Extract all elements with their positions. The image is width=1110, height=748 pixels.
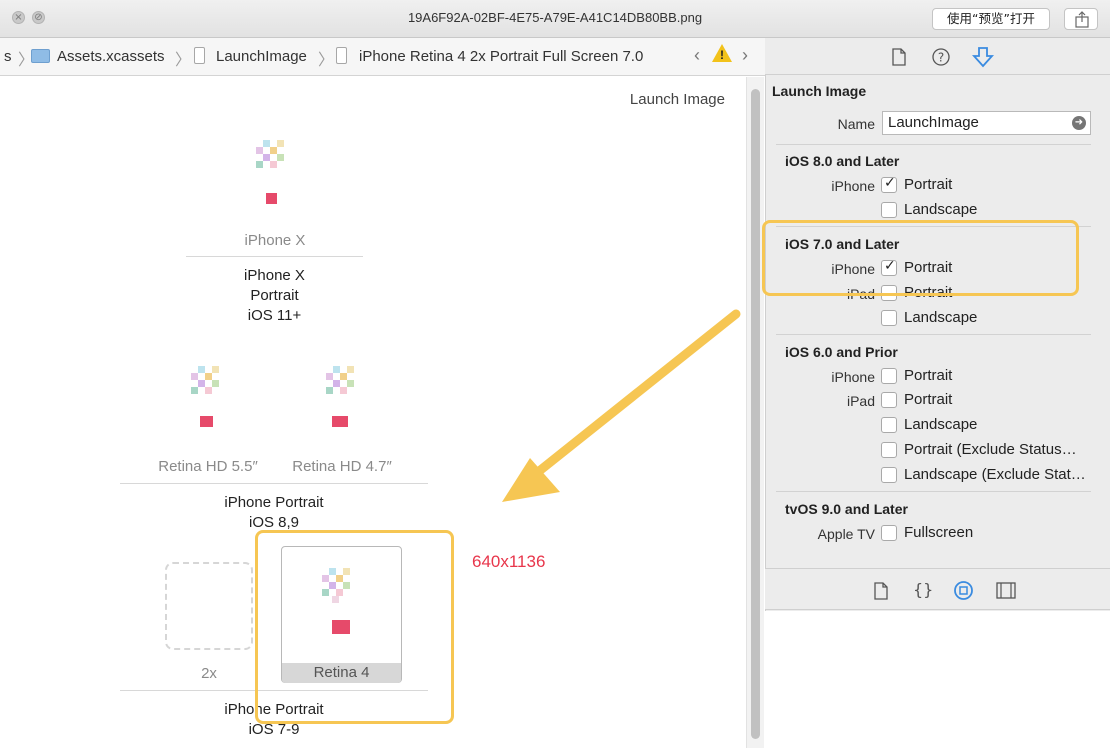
share-button[interactable] bbox=[1064, 8, 1098, 30]
tvos-fullscreen-label: Fullscreen bbox=[904, 524, 974, 541]
ios8-portrait-label: Portrait bbox=[904, 176, 953, 193]
ios6-ipad-portrait-checkbox[interactable] bbox=[881, 392, 897, 408]
ios8-section-title: iOS 8.0 and Later bbox=[785, 153, 900, 169]
ios6-iphone-label: iPhone bbox=[831, 369, 875, 385]
ios6-landscape-exclude-label: Landscape (Exclude Stat… bbox=[904, 466, 1086, 483]
ios6-ipad-landscape-checkbox[interactable] bbox=[881, 417, 897, 433]
group-label-iphone-portrait-8-9: iPhone Portrait iOS 8,9 bbox=[120, 493, 428, 533]
folder-icon bbox=[31, 49, 50, 63]
group-separator bbox=[120, 483, 428, 484]
window-titlebar: × ⊘ 19A6F92A-02BF-4E75-A79E-A41C14DB80BB… bbox=[0, 0, 1110, 38]
slot-label-iphone-x: iPhone X bbox=[244, 232, 306, 249]
forward-arrow-icon[interactable]: › bbox=[742, 45, 748, 66]
breadcrumb-separator: 〉 bbox=[175, 52, 192, 69]
ios8-landscape-label: Landscape bbox=[904, 201, 978, 218]
ios6-ipad-landscape-label: Landscape bbox=[904, 416, 978, 433]
ios6-ipad-portrait-label: Portrait bbox=[904, 391, 953, 408]
back-arrow-icon[interactable]: ‹ bbox=[694, 45, 700, 66]
slot-label-retina-hd-47: Retina HD 4.7″ bbox=[292, 458, 392, 475]
ios6-section-title: iOS 6.0 and Prior bbox=[785, 344, 898, 360]
ios6-portrait-exclude-checkbox[interactable] bbox=[881, 442, 897, 458]
attributes-inspector-icon[interactable] bbox=[972, 46, 994, 68]
slot-label-retina-hd-55: Retina HD 5.5″ bbox=[158, 458, 258, 475]
breadcrumb-separator: 〉 bbox=[318, 52, 335, 69]
group-label-iphone-x: iPhone X Portrait iOS 11+ bbox=[186, 266, 363, 326]
retina-4-highlight-box bbox=[255, 530, 454, 724]
open-with-preview-button[interactable]: 使用“预览”打开 bbox=[932, 8, 1050, 30]
group-orientation: Portrait bbox=[250, 287, 299, 304]
ios8-landscape-checkbox[interactable] bbox=[881, 202, 897, 218]
inspector-section-title: Launch Image bbox=[772, 83, 867, 99]
name-input[interactable]: LaunchImage bbox=[882, 111, 1091, 135]
media-library-icon[interactable] bbox=[996, 582, 1016, 599]
inspector-divider bbox=[776, 144, 1091, 145]
slot-label-2x: 2x bbox=[201, 665, 217, 682]
canvas-header: Launch Image bbox=[629, 91, 725, 108]
ios6-iphone-portrait-label: Portrait bbox=[904, 367, 953, 384]
ios7-ipad-landscape-checkbox[interactable] bbox=[881, 310, 897, 326]
breadcrumb-image-slot[interactable]: iPhone Retina 4 2x Portrait Full Screen … bbox=[359, 48, 643, 65]
breadcrumb-root[interactable]: s bbox=[4, 48, 12, 65]
breadcrumb-launchimage[interactable]: LaunchImage bbox=[216, 48, 307, 65]
jump-bar: s 〉 Assets.xcassets 〉 LaunchImage 〉 iPho… bbox=[0, 38, 765, 76]
group-separator bbox=[186, 256, 363, 257]
group-os: iOS 11+ bbox=[247, 307, 302, 324]
group-device: iPhone X bbox=[244, 267, 305, 284]
inspector-divider bbox=[776, 334, 1091, 335]
ios7-ipad-landscape-label: Landscape bbox=[904, 309, 978, 326]
dimension-note: 640x1136 bbox=[472, 552, 546, 571]
tvos-fullscreen-checkbox[interactable] bbox=[881, 525, 897, 541]
object-library-icon[interactable] bbox=[953, 580, 974, 601]
library-content bbox=[765, 611, 1110, 748]
go-arrow-icon[interactable]: ➜ bbox=[1072, 116, 1086, 130]
ios6-landscape-exclude-checkbox[interactable] bbox=[881, 467, 897, 483]
ios6-iphone-portrait-checkbox[interactable] bbox=[881, 368, 897, 384]
scroll-thumb[interactable] bbox=[751, 89, 760, 739]
annotation-arrow-icon bbox=[502, 309, 741, 502]
ios8-iphone-label: iPhone bbox=[831, 178, 875, 194]
name-label: Name bbox=[837, 116, 875, 132]
inspector-divider bbox=[776, 491, 1091, 492]
code-snippet-library-icon[interactable]: {} bbox=[913, 580, 933, 599]
ios6-ipad-label: iPad bbox=[846, 393, 875, 409]
tvos-appletv-label: Apple TV bbox=[817, 526, 875, 542]
group-device: iPhone Portrait bbox=[224, 494, 324, 511]
image-file-icon bbox=[336, 47, 347, 64]
help-icon[interactable]: ? bbox=[931, 47, 951, 67]
empty-image-well-2x[interactable] bbox=[165, 562, 253, 650]
checkmark-icon: ✓ bbox=[884, 175, 896, 191]
file-inspector-icon[interactable] bbox=[891, 48, 907, 66]
ios8-portrait-checkbox[interactable]: ✓ bbox=[881, 175, 897, 193]
ios6-portrait-exclude-label: Portrait (Exclude Status… bbox=[904, 441, 1077, 458]
library-tab-bar bbox=[765, 568, 1110, 610]
warning-mark: ! bbox=[720, 48, 724, 62]
svg-text:?: ? bbox=[938, 51, 944, 65]
breadcrumb-assets[interactable]: Assets.xcassets bbox=[57, 48, 165, 65]
tvos-section-title: tvOS 9.0 and Later bbox=[785, 501, 908, 517]
image-set-icon bbox=[194, 47, 205, 64]
share-icon bbox=[1075, 11, 1089, 28]
ios7-highlight-box bbox=[762, 220, 1079, 296]
file-template-library-icon[interactable] bbox=[873, 582, 889, 600]
